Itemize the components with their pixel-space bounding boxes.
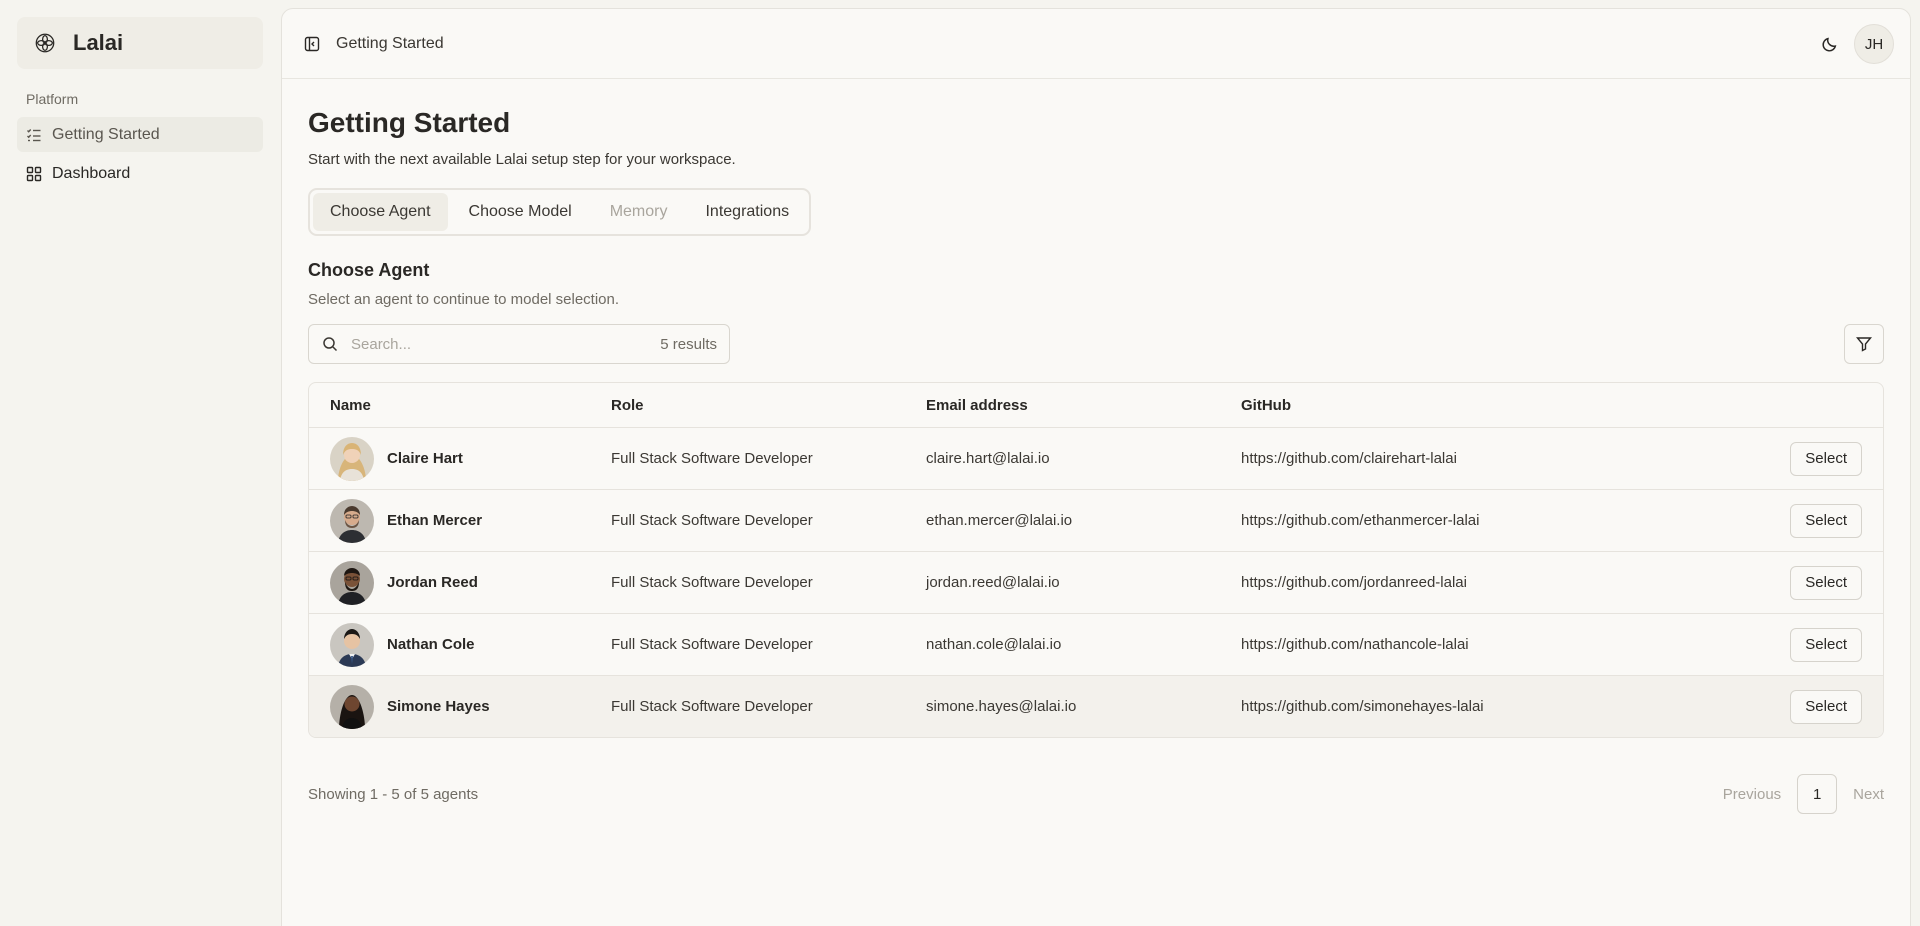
theme-toggle-moon-icon[interactable] [1818,33,1840,55]
agent-github: https://github.com/ethanmercer-lalai [1241,512,1480,529]
agent-github: https://github.com/nathancole-lalai [1241,636,1469,653]
table-row[interactable]: Ethan Mercer Full Stack Software Develop… [309,489,1883,551]
table-row[interactable]: Claire Hart Full Stack Software Develope… [309,427,1883,489]
name-cell: Nathan Cole [309,622,611,667]
sidebar-nav: Getting Started Dashboard [17,117,263,191]
topbar: Getting Started JH [282,9,1910,79]
action-cell: Select [1783,627,1883,662]
search-box: 5 results [308,324,730,364]
select-button[interactable]: Select [1790,441,1862,476]
action-cell: Select [1783,689,1883,724]
column-header-email: Email address [926,396,1028,414]
table-row[interactable]: Nathan Cole Full Stack Software Develope… [309,613,1883,675]
tab-integrations[interactable]: Integrations [688,193,806,231]
agent-github: https://github.com/simonehayes-lalai [1241,698,1484,715]
pagination: Previous 1 Next [1723,774,1884,814]
agent-email: simone.hayes@lalai.io [926,698,1077,715]
section-subtitle: Select an agent to continue to model sel… [308,291,620,308]
agent-name: Ethan Mercer [387,512,483,529]
breadcrumb: Getting Started [336,34,444,52]
table-row[interactable]: Simone Hayes Full Stack Software Develop… [309,675,1883,737]
brand[interactable]: Lalai [17,17,263,69]
agent-role: Full Stack Software Developer [611,512,813,529]
agent-email: nathan.cole@lalai.io [926,636,1062,653]
agent-name: Simone Hayes [387,698,490,715]
next-page-button[interactable]: Next [1853,786,1884,803]
page-1-button[interactable]: 1 [1797,774,1838,814]
table-toolbar: 5 results [308,324,1884,364]
results-count: 5 results [660,335,717,353]
filter-icon [1856,337,1872,352]
agents-table: Name Role Email address GitHub Claire Ha… [308,382,1884,738]
search-input[interactable] [351,335,649,353]
section-title: Choose Agent [308,260,430,280]
column-header-name: Name [330,396,371,414]
agent-email: jordan.reed@lalai.io [926,574,1060,591]
tab-choose-agent[interactable]: Choose Agent [313,193,448,231]
content: Getting Started Start with the next avai… [282,107,1910,814]
action-cell: Select [1783,503,1883,538]
sidebar-toggle-icon[interactable] [302,34,322,54]
agent-github: https://github.com/clairehart-lalai [1241,450,1457,467]
page-subtitle: Start with the next available Lalai setu… [308,151,736,168]
agent-role: Full Stack Software Developer [611,698,813,715]
select-button[interactable]: Select [1790,689,1862,724]
step-tabs: Choose Agent Choose Model Memory Integra… [308,188,812,236]
page-title: Getting Started [308,107,511,138]
list-checks-icon [26,127,42,143]
name-cell: Simone Hayes [309,684,611,729]
brand-name: Lalai [73,30,124,55]
name-cell: Ethan Mercer [309,498,611,543]
agent-email: claire.hart@lalai.io [926,450,1050,467]
sidebar-item-label: Dashboard [52,164,131,182]
agent-email: ethan.mercer@lalai.io [926,512,1073,529]
table-header: Name Role Email address GitHub [309,383,1883,427]
action-cell: Select [1783,441,1883,476]
sidebar-item-getting-started[interactable]: Getting Started [17,117,263,152]
action-cell: Select [1783,565,1883,600]
avatar [330,498,374,543]
sidebar-section-label: Platform [26,91,79,107]
agent-role: Full Stack Software Developer [611,450,813,467]
agent-name: Claire Hart [387,450,463,467]
user-avatar[interactable]: JH [1854,24,1894,64]
agent-name: Jordan Reed [387,574,478,591]
avatar [330,622,374,667]
filter-button[interactable] [1844,324,1884,364]
pagination-summary: Showing 1 - 5 of 5 agents [308,785,479,803]
agent-role: Full Stack Software Developer [611,636,813,653]
avatar [330,684,374,729]
table-row[interactable]: Jordan Reed Full Stack Software Develope… [309,551,1883,613]
agent-name: Nathan Cole [387,636,475,653]
tab-choose-model[interactable]: Choose Model [452,193,589,231]
sidebar-item-dashboard[interactable]: Dashboard [17,156,263,191]
search-icon [321,335,339,353]
select-button[interactable]: Select [1790,503,1862,538]
select-button[interactable]: Select [1790,565,1862,600]
column-header-role: Role [611,396,644,414]
topbar-actions: JH [1818,24,1894,64]
agent-role: Full Stack Software Developer [611,574,813,591]
name-cell: Claire Hart [309,436,611,481]
tab-memory: Memory [609,203,668,220]
previous-page-button[interactable]: Previous [1723,786,1781,803]
sidebar-item-label: Getting Started [52,125,160,143]
grid-icon [26,166,42,182]
main-panel: Getting Started JH Getting Started Start… [281,8,1911,926]
avatar [330,560,374,605]
name-cell: Jordan Reed [309,560,611,605]
select-button[interactable]: Select [1790,627,1862,662]
agent-github: https://github.com/jordanreed-lalai [1241,574,1467,591]
sidebar: Lalai Platform Getting Started Dashboard [0,0,280,926]
flower-logo-icon [33,31,57,55]
avatar [330,436,374,481]
table-footer: Showing 1 - 5 of 5 agents Previous 1 Nex… [308,774,1884,814]
column-header-github: GitHub [1241,396,1291,414]
